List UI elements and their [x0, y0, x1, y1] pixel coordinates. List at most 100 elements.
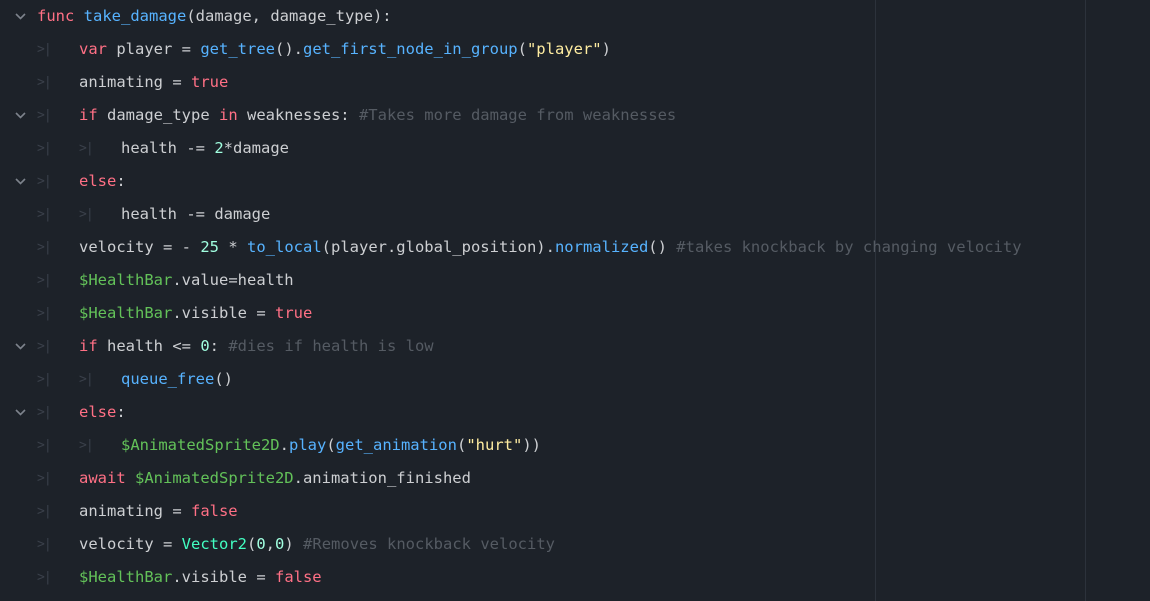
code-text: health -= 2*damage: [121, 132, 289, 165]
code-line[interactable]: >| if damage_type in weaknesses: #Takes m…: [0, 99, 1150, 132]
code-token: :: [116, 403, 126, 421]
code-token: 25: [200, 238, 219, 256]
code-text: var player = get_tree().get_first_node_i…: [79, 33, 611, 66]
code-token: 0: [256, 535, 266, 553]
tab-marker-icon: >|: [37, 141, 52, 156]
chevron-down-icon[interactable]: [12, 99, 28, 132]
code-token: (player.global_position).: [321, 238, 555, 256]
tab-marker-icon: >|: [37, 108, 52, 123]
code-line[interactable]: >| animating = true: [0, 66, 1150, 99]
code-text: else:: [79, 396, 126, 429]
code-text: velocity = Vector2(0,0) #Removes knockba…: [79, 528, 555, 561]
code-token: "hurt": [466, 436, 523, 454]
code-text: await $AnimatedSprite2D.animation_finish…: [79, 462, 471, 495]
code-token: false: [190, 502, 238, 520]
code-line[interactable]: >| if health <= 0: #dies if health is low: [0, 330, 1150, 363]
code-token: damage_type: [107, 106, 219, 124]
code-text: animating = false: [79, 495, 238, 528]
code-token: false: [274, 568, 322, 586]
code-token: .: [279, 436, 289, 454]
code-token: queue_free: [121, 370, 215, 388]
tab-marker-icon: >|: [37, 207, 52, 222]
code-token: velocity = -: [79, 238, 201, 256]
code-token: (: [517, 40, 527, 58]
code-token: Vector2: [181, 535, 247, 553]
code-token: animating =: [79, 73, 191, 91]
code-line[interactable]: >| velocity = - 25 * to_local(player.glob…: [0, 231, 1150, 264]
chevron-down-icon[interactable]: [12, 330, 28, 363]
code-line[interactable]: >| $HealthBar.value=health: [0, 264, 1150, 297]
code-line[interactable]: >| >| health -= 2*damage: [0, 132, 1150, 165]
code-token: in: [218, 106, 247, 124]
code-token: (damage, damage_type):: [186, 7, 392, 25]
code-token: ,: [265, 535, 276, 553]
code-token: var: [79, 40, 117, 58]
code-token: else: [79, 172, 117, 190]
tab-marker-icon: >|: [37, 240, 52, 255]
code-token: $HealthBar: [79, 304, 173, 322]
code-line[interactable]: >| var player = get_tree().get_first_node…: [0, 33, 1150, 66]
code-token: #dies if health is low: [228, 337, 434, 355]
code-token: velocity =: [79, 535, 182, 553]
code-token: $HealthBar: [79, 271, 173, 289]
chevron-down-icon[interactable]: [12, 396, 28, 429]
tab-marker-icon: >|: [37, 42, 52, 57]
code-line[interactable]: func take_damage(damage, damage_type):: [0, 0, 1150, 33]
code-token: (): [648, 238, 677, 256]
tab-marker-icon: >|: [79, 141, 94, 156]
code-token: (: [456, 436, 467, 454]
code-token: .visible =: [172, 304, 275, 322]
code-line[interactable]: >| velocity = Vector2(0,0) #Removes knock…: [0, 528, 1150, 561]
code-token: (: [246, 535, 257, 553]
code-token: 2: [214, 139, 224, 157]
code-line[interactable]: >| $HealthBar.visible = false: [0, 561, 1150, 594]
code-token: 0: [275, 535, 285, 553]
code-token: if: [79, 337, 107, 355]
code-token: func: [37, 7, 84, 25]
code-text: if damage_type in weaknesses: #Takes mor…: [79, 99, 676, 132]
code-token: $AnimatedSprite2D: [135, 469, 294, 487]
code-token: normalized: [554, 238, 649, 256]
tab-marker-icon: >|: [79, 438, 94, 453]
code-token: get_tree: [200, 40, 275, 58]
code-line[interactable]: >| animating = false: [0, 495, 1150, 528]
code-text: func take_damage(damage, damage_type):: [37, 0, 392, 33]
code-token: $AnimatedSprite2D: [121, 436, 280, 454]
code-line[interactable]: >| $HealthBar.visible = true: [0, 297, 1150, 330]
tab-marker-icon: >|: [37, 372, 52, 387]
code-text: $HealthBar.visible = true: [79, 297, 312, 330]
code-token: "player": [526, 40, 602, 58]
code-text: if health <= 0: #dies if health is low: [79, 330, 434, 363]
code-token: weaknesses:: [246, 106, 359, 124]
code-line[interactable]: >| >| $AnimatedSprite2D.play(get_animation…: [0, 429, 1150, 462]
code-line[interactable]: >| else:: [0, 396, 1150, 429]
code-text: else:: [79, 165, 126, 198]
chevron-down-icon[interactable]: [12, 0, 28, 33]
chevron-down-icon[interactable]: [12, 165, 28, 198]
code-token: true: [190, 73, 229, 91]
code-text: $HealthBar.value=health: [79, 264, 294, 297]
code-token: :: [116, 172, 126, 190]
code-token: #takes knockback by changing velocity: [676, 238, 1022, 256]
code-token: *damage: [223, 139, 289, 157]
code-token: .value=health: [172, 271, 294, 289]
tab-marker-icon: >|: [37, 405, 52, 420]
code-token: to_local: [247, 238, 322, 256]
code-text: $AnimatedSprite2D.play(get_animation("hu…: [121, 429, 541, 462]
code-line[interactable]: >| else:: [0, 165, 1150, 198]
code-token: player =: [116, 40, 201, 58]
code-line[interactable]: >| >| health -= damage: [0, 198, 1150, 231]
code-editor[interactable]: func take_damage(damage, damage_type): >|…: [0, 0, 1150, 601]
code-token: if: [79, 106, 107, 124]
tab-marker-icon: >|: [37, 438, 52, 453]
code-token: health -= damage: [121, 205, 271, 223]
tab-marker-icon: >|: [37, 471, 52, 486]
code-line[interactable]: >| >| queue_free(): [0, 363, 1150, 396]
code-token: health <=: [107, 337, 201, 355]
code-token: 0: [200, 337, 210, 355]
code-token: )): [522, 436, 541, 454]
code-token: take_damage: [83, 7, 187, 25]
code-line[interactable]: >| await $AnimatedSprite2D.animation_fini…: [0, 462, 1150, 495]
code-text: health -= damage: [121, 198, 270, 231]
code-token: play: [288, 436, 327, 454]
